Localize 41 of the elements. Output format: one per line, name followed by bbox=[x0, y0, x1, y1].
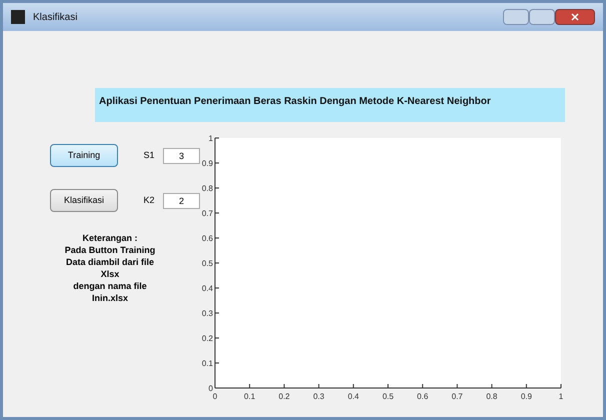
note-text: Inin.xlsx bbox=[92, 292, 128, 304]
training-button[interactable]: Training bbox=[50, 144, 118, 167]
y-tick-label: 0.4 bbox=[202, 284, 213, 293]
input-field[interactable]: 2 bbox=[163, 192, 200, 208]
y-tick-label: 0.1 bbox=[202, 359, 213, 368]
x-tick-label: 0.4 bbox=[348, 392, 359, 401]
x-tick-label: 0.5 bbox=[382, 392, 394, 401]
banner-title: Aplikasi Penentuan Penerimaan Beras Raskin Dengan Metode K-Nearest Neighbor bbox=[99, 95, 491, 109]
y-tick-label: 0 bbox=[208, 384, 213, 393]
window-title: Klasifikasi bbox=[33, 10, 78, 24]
y-tick-label: 1 bbox=[208, 134, 213, 143]
x-tick-label: 1 bbox=[558, 392, 564, 401]
note-text: dengan nama file bbox=[73, 280, 147, 292]
y-tick-label: 0.3 bbox=[202, 309, 213, 318]
field-label: K2 bbox=[142, 194, 156, 207]
y-tick-label: 0.5 bbox=[202, 259, 213, 268]
close-button[interactable] bbox=[555, 9, 595, 25]
note-text: Pada Button Training bbox=[64, 244, 156, 256]
maximize-button[interactable] bbox=[529, 9, 555, 25]
minimize-button[interactable] bbox=[503, 9, 529, 25]
note-text: Xlsx bbox=[100, 268, 120, 280]
x-tick-label: 0.6 bbox=[417, 392, 428, 401]
x-tick-label: 0.1 bbox=[244, 392, 256, 401]
x-tick-label: 0.8 bbox=[486, 392, 498, 401]
field-label: S1 bbox=[142, 148, 156, 162]
app-icon bbox=[11, 10, 25, 24]
x-tick-label: 0.7 bbox=[452, 392, 463, 401]
close-icon bbox=[571, 13, 579, 21]
y-tick-label: 0.7 bbox=[202, 209, 213, 218]
input-field[interactable]: 3 bbox=[163, 148, 200, 164]
note-text: Keterangan : bbox=[82, 232, 138, 244]
y-tick-label: 0.6 bbox=[202, 234, 213, 243]
y-tick-label: 0.8 bbox=[202, 184, 213, 193]
x-tick-label: 0.3 bbox=[313, 392, 324, 401]
x-tick-label: 0.2 bbox=[278, 392, 290, 401]
x-tick-label: 0.9 bbox=[520, 392, 532, 401]
y-tick-label: 0.2 bbox=[202, 334, 213, 343]
x-tick-label: 0 bbox=[212, 392, 218, 401]
classify-button[interactable]: Klasifikasi bbox=[50, 189, 118, 212]
note-text: Data diambil dari file bbox=[66, 256, 154, 268]
y-tick-label: 0.9 bbox=[202, 159, 213, 168]
